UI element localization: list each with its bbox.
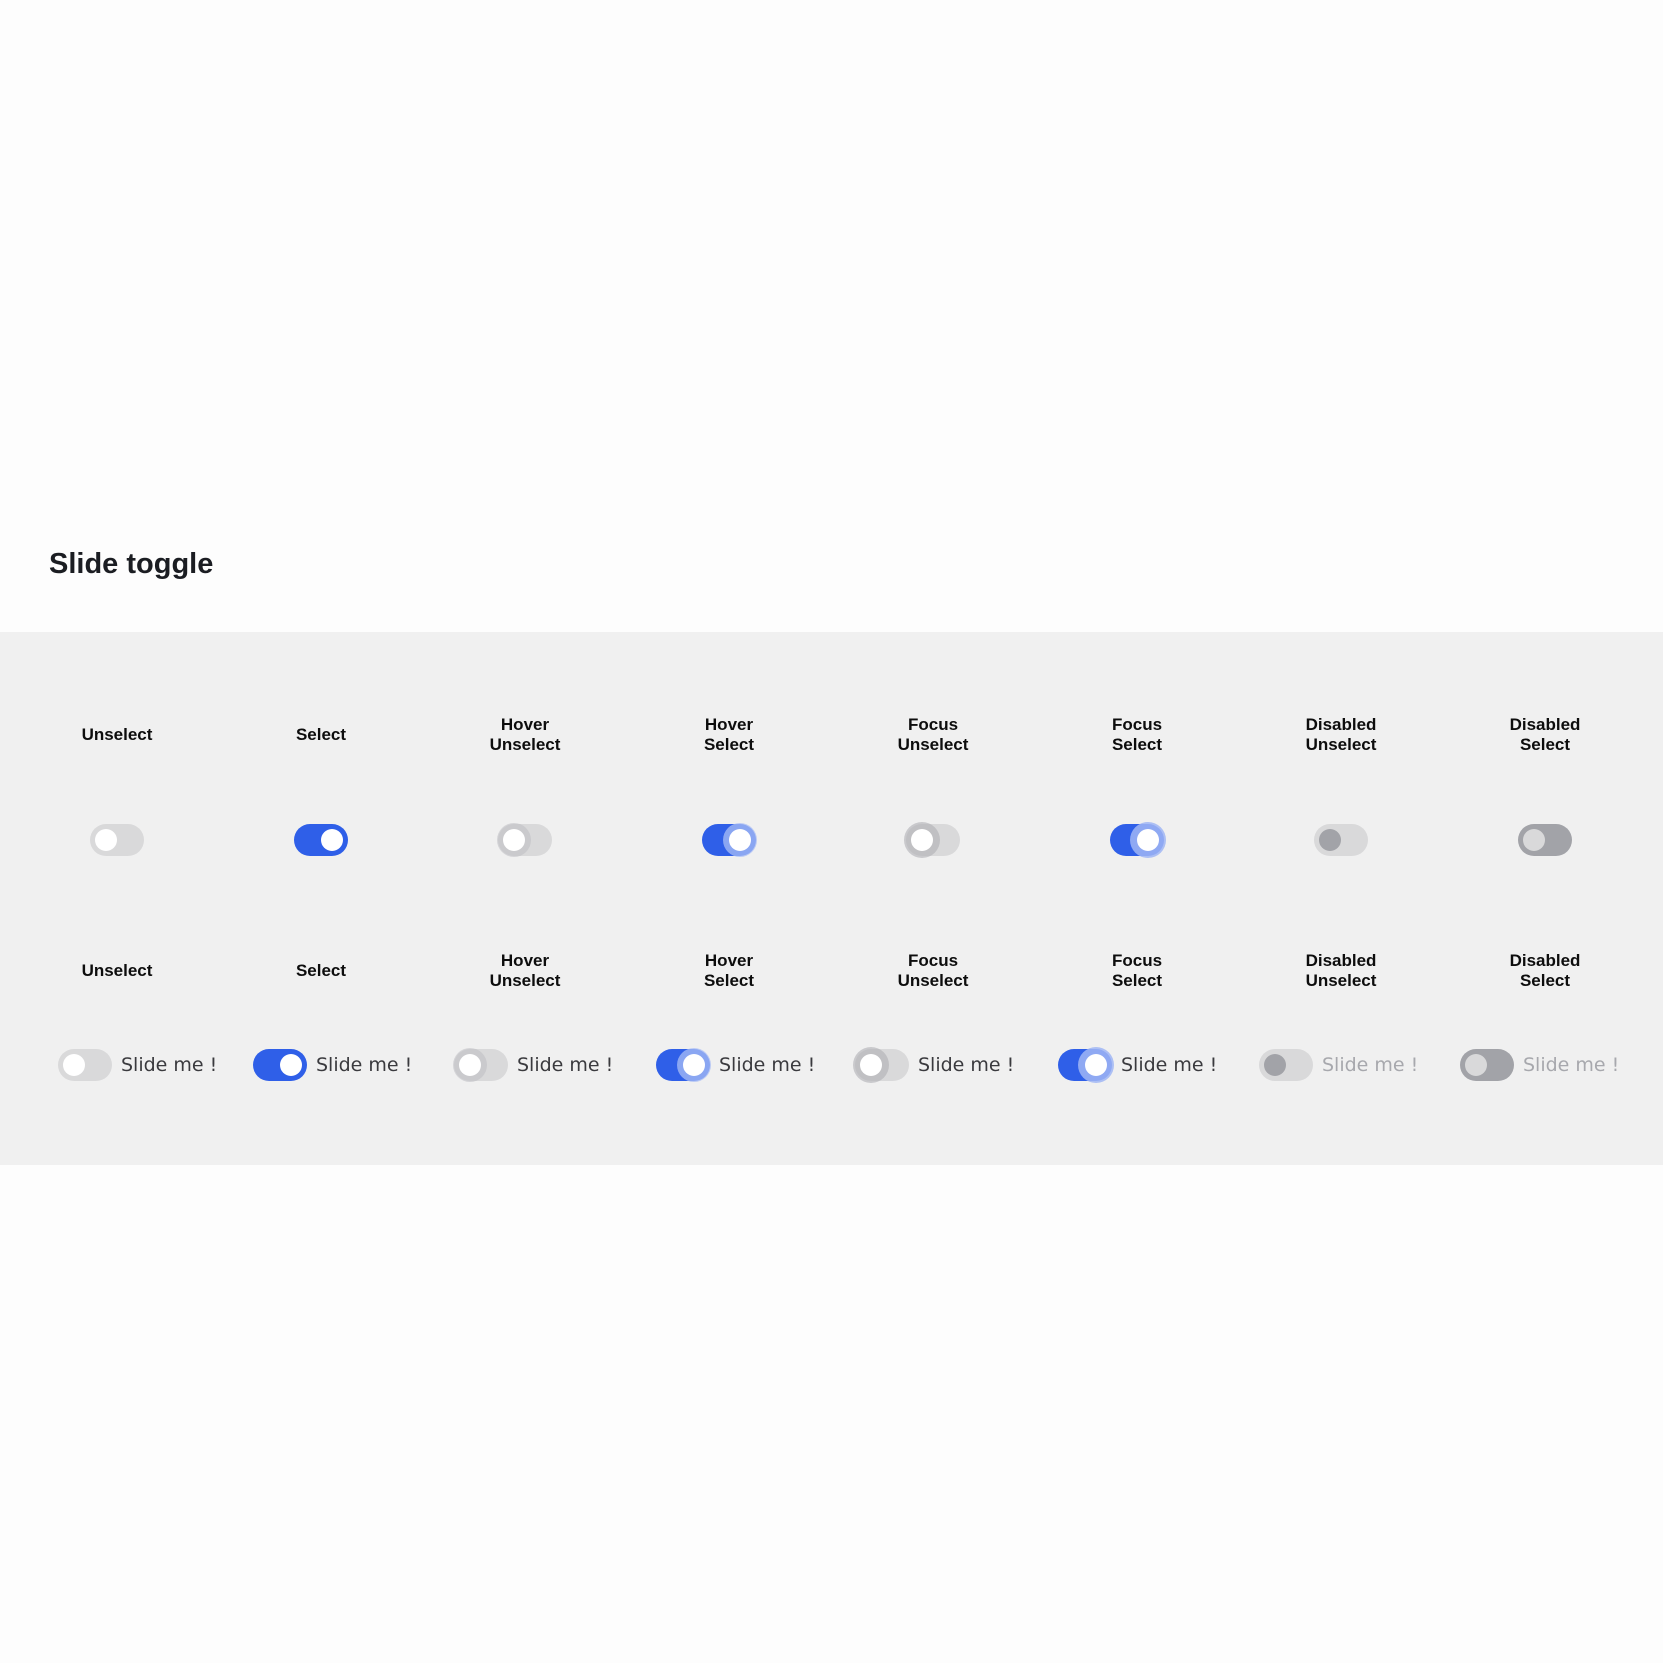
toggle-knob [1264, 1054, 1286, 1076]
toggle-caption[interactable]: Slide me ! [517, 1053, 613, 1077]
state-label-hover-unselect: Hover Unselect [489, 715, 561, 754]
slide-toggle-disabled-unselect [1314, 824, 1368, 856]
slide-toggle-unselect-labeled[interactable] [58, 1049, 112, 1081]
state-label-disabled-select: Disabled Select [1509, 951, 1581, 990]
slide-toggle-hover-select[interactable] [702, 824, 756, 856]
state-label-unselect: Unselect [81, 961, 153, 980]
toggle-knob [1085, 1054, 1107, 1076]
toggle-caption: Slide me ! [1523, 1054, 1620, 1076]
state-label-disabled-unselect: Disabled Unselect [1305, 951, 1377, 990]
state-label-disabled-select: Disabled Select [1509, 715, 1581, 754]
toggle-caption[interactable]: Slide me ! [316, 1053, 412, 1077]
state-label-disabled-unselect: Disabled Unselect [1305, 715, 1377, 754]
toggle-caption[interactable]: Slide me ! [1121, 1053, 1217, 1077]
state-label-select: Select [295, 725, 347, 744]
toggle-knob [280, 1054, 302, 1076]
slide-toggle-hover-unselect-labeled[interactable] [454, 1049, 508, 1081]
state-label-focus-unselect: Focus Unselect [897, 715, 969, 754]
slide-toggle-disabled-select [1518, 824, 1572, 856]
toggle-knob [729, 829, 751, 851]
state-label-focus-unselect: Focus Unselect [897, 951, 969, 990]
toggle-knob [1319, 829, 1341, 851]
slide-toggle-select[interactable] [294, 824, 348, 856]
toggle-knob [860, 1054, 882, 1076]
state-label-hover-select: Hover Select [703, 951, 755, 990]
state-label-focus-select: Focus Select [1111, 951, 1163, 990]
toggle-knob [321, 829, 343, 851]
toggle-caption[interactable]: Slide me ! [719, 1053, 815, 1077]
state-label-hover-select: Hover Select [703, 715, 755, 754]
slide-toggle-select-labeled[interactable] [253, 1049, 307, 1081]
toggle-caption: Slide me ! [1322, 1054, 1419, 1076]
toggle-knob [459, 1054, 481, 1076]
state-label-focus-select: Focus Select [1111, 715, 1163, 754]
toggle-showcase-panel: Unselect Select Hover Unselect Hover Selec… [0, 632, 1663, 1165]
slide-toggle-unselect[interactable] [90, 824, 144, 856]
slide-toggle-focus-select-labeled[interactable] [1058, 1049, 1112, 1081]
toggle-caption[interactable]: Slide me ! [121, 1053, 217, 1077]
slide-toggle-focus-unselect[interactable] [906, 824, 960, 856]
slide-toggle-focus-unselect-labeled[interactable] [855, 1049, 909, 1081]
slide-toggle-hover-select-labeled[interactable] [656, 1049, 710, 1081]
toggle-caption[interactable]: Slide me ! [918, 1053, 1014, 1077]
toggle-knob [1465, 1054, 1487, 1076]
slide-toggle-disabled-unselect-labeled [1259, 1049, 1313, 1081]
state-label-unselect: Unselect [81, 725, 153, 744]
toggle-knob [1523, 829, 1545, 851]
toggle-knob [503, 829, 525, 851]
page-title: Slide toggle [49, 548, 214, 580]
toggle-knob [683, 1054, 705, 1076]
toggle-knob [63, 1054, 85, 1076]
slide-toggle-focus-select[interactable] [1110, 824, 1164, 856]
slide-toggle-disabled-select-labeled [1460, 1049, 1514, 1081]
toggle-knob [1137, 829, 1159, 851]
page: Slide toggle Unselect Select Hover Unsele… [0, 0, 1663, 1663]
toggle-knob [911, 829, 933, 851]
state-label-hover-unselect: Hover Unselect [489, 951, 561, 990]
slide-toggle-hover-unselect[interactable] [498, 824, 552, 856]
state-label-select: Select [295, 961, 347, 980]
toggle-knob [95, 829, 117, 851]
